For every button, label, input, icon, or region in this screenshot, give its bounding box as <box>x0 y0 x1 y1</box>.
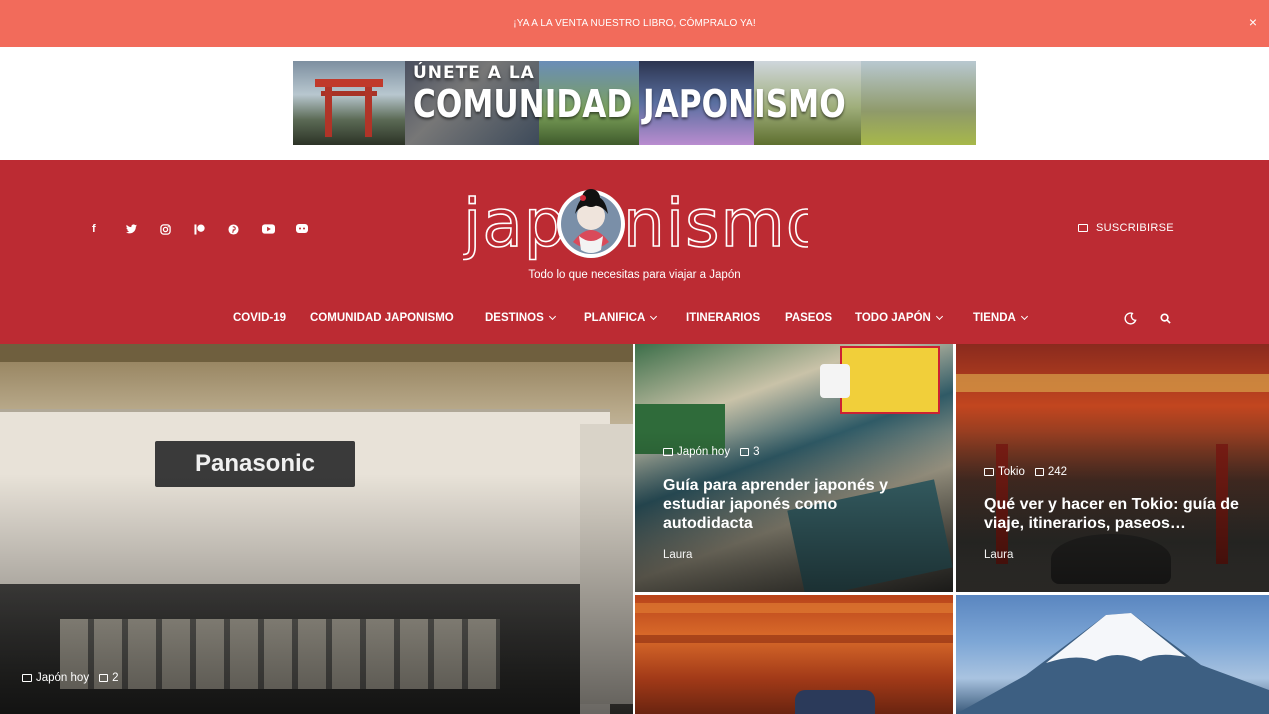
svg-text:jap: jap <box>463 185 567 262</box>
post-meta: Tokio 242 <box>984 466 1067 478</box>
post-card[interactable] <box>635 595 953 714</box>
nav-label: COVID-19 <box>233 312 287 324</box>
category-label: Japón hoy <box>36 672 90 684</box>
ad-line1: ÚNETE A LA <box>413 63 535 83</box>
youtube-icon[interactable] <box>262 222 296 236</box>
nav-item-destinos[interactable]: DESTINOS <box>485 312 556 324</box>
subscribe-button[interactable]: SUSCRIBIRSE <box>1078 222 1174 234</box>
nav-label: TIENDA <box>973 312 1016 324</box>
nav-label: ITINERARIOS <box>686 312 761 324</box>
nav-item-comunidad[interactable]: COMUNIDAD JAPONISMO <box>310 312 454 324</box>
post-card[interactable]: Panasonic Japón hoy 2 <box>0 344 633 714</box>
post-card[interactable]: Tokio 242 Qué ver y hacer en Tokio: guía… <box>956 344 1269 592</box>
discord-icon[interactable] <box>296 222 330 236</box>
fuji-graphic <box>956 613 1269 714</box>
post-category[interactable]: Japón hoy <box>663 446 730 458</box>
folder-icon <box>663 447 673 456</box>
post-title[interactable]: Qué ver y hacer en Tokio: guía de viaje,… <box>984 495 1244 533</box>
post-card[interactable] <box>956 595 1269 714</box>
post-meta: Japón hoy 2 <box>22 672 118 684</box>
comment-icon <box>740 447 750 456</box>
site-logo[interactable]: jap nismo japonismo <box>460 184 827 264</box>
site-header: f jap nismo Todo lo que necesitas para v… <box>0 160 1269 344</box>
comments-count: 3 <box>753 446 760 458</box>
instagram-icon[interactable] <box>160 222 194 236</box>
twitter-icon[interactable] <box>126 222 160 236</box>
nav-item-covid[interactable]: COVID-19 <box>233 312 286 324</box>
comments-count: 242 <box>1047 466 1068 478</box>
post-title[interactable]: Guía para aprender japonés y estudiar ja… <box>663 476 923 533</box>
chevron-down-icon <box>650 312 658 321</box>
logo-graphic: jap nismo <box>460 184 827 263</box>
announcement-text[interactable]: ¡YA A LA VENTA NUESTRO LIBRO, CÓMPRALO Y… <box>513 18 755 29</box>
facebook-icon[interactable]: f <box>92 222 126 236</box>
folder-icon <box>984 467 994 476</box>
pinterest-icon[interactable] <box>228 222 262 236</box>
nav-item-paseos[interactable]: PASEOS <box>785 312 832 324</box>
comment-icon <box>99 673 109 682</box>
featured-posts: Panasonic Japón hoy 2 Japón hoy 3 Guía p… <box>0 344 1269 714</box>
social-links: f <box>92 222 330 236</box>
nav-item-itinerarios[interactable]: ITINERARIOS <box>686 312 760 324</box>
nav-item-todo-japon[interactable]: TODO JAPÓN <box>855 312 943 324</box>
post-author[interactable]: Laura <box>984 549 1013 561</box>
dark-mode-icon[interactable] <box>1124 312 1137 328</box>
post-card[interactable]: Japón hoy 3 Guía para aprender japonés y… <box>635 344 953 592</box>
post-author[interactable]: Laura <box>663 549 692 561</box>
post-comments[interactable]: 242 <box>1034 466 1068 478</box>
comment-icon <box>1034 467 1044 476</box>
mail-icon <box>1078 224 1088 232</box>
patreon-icon[interactable] <box>194 222 228 236</box>
nav-item-tienda[interactable]: TIENDA <box>973 312 1028 324</box>
site-tagline: Todo lo que necesitas para viajar a Japó… <box>528 269 741 281</box>
nav-label: TODO JAPÓN <box>855 312 931 324</box>
nav-label: DESTINOS <box>485 312 544 324</box>
nav-item-planifica[interactable]: PLANIFICA <box>584 312 658 324</box>
category-label: Japón hoy <box>677 446 731 458</box>
nav-label: COMUNIDAD JAPONISMO <box>310 312 454 324</box>
category-label: Tokio <box>998 466 1025 478</box>
search-icon[interactable] <box>1160 312 1171 327</box>
ad-banner[interactable]: ÚNETE A LA COMUNIDAD JAPONISMO <box>293 61 976 145</box>
announcement-bar[interactable]: ¡YA A LA VENTA NUESTRO LIBRO, CÓMPRALO Y… <box>0 0 1269 47</box>
subscribe-label: SUSCRIBIRSE <box>1096 222 1174 234</box>
post-comments[interactable]: 2 <box>99 672 118 684</box>
nav-label: PASEOS <box>785 312 833 324</box>
close-icon[interactable]: × <box>1249 15 1257 29</box>
post-meta: Japón hoy 3 <box>663 446 759 458</box>
post-category[interactable]: Tokio <box>984 466 1025 478</box>
post-category[interactable]: Japón hoy <box>22 672 89 684</box>
chevron-down-icon <box>1020 312 1028 321</box>
main-nav: COVID-19 COMUNIDAD JAPONISMO DESTINOS PL… <box>0 312 1269 332</box>
ad-text: ÚNETE A LA COMUNIDAD JAPONISMO <box>413 63 941 125</box>
chevron-down-icon <box>935 312 943 321</box>
svg-text:nismo: nismo <box>623 185 808 262</box>
nav-label: PLANIFICA <box>584 312 646 324</box>
post-comments[interactable]: 3 <box>740 446 759 458</box>
folder-icon <box>22 673 32 682</box>
comments-count: 2 <box>112 672 119 684</box>
ad-area: ÚNETE A LA COMUNIDAD JAPONISMO <box>0 47 1269 160</box>
ad-line2: COMUNIDAD JAPONISMO <box>413 82 846 126</box>
chevron-down-icon <box>548 312 556 321</box>
